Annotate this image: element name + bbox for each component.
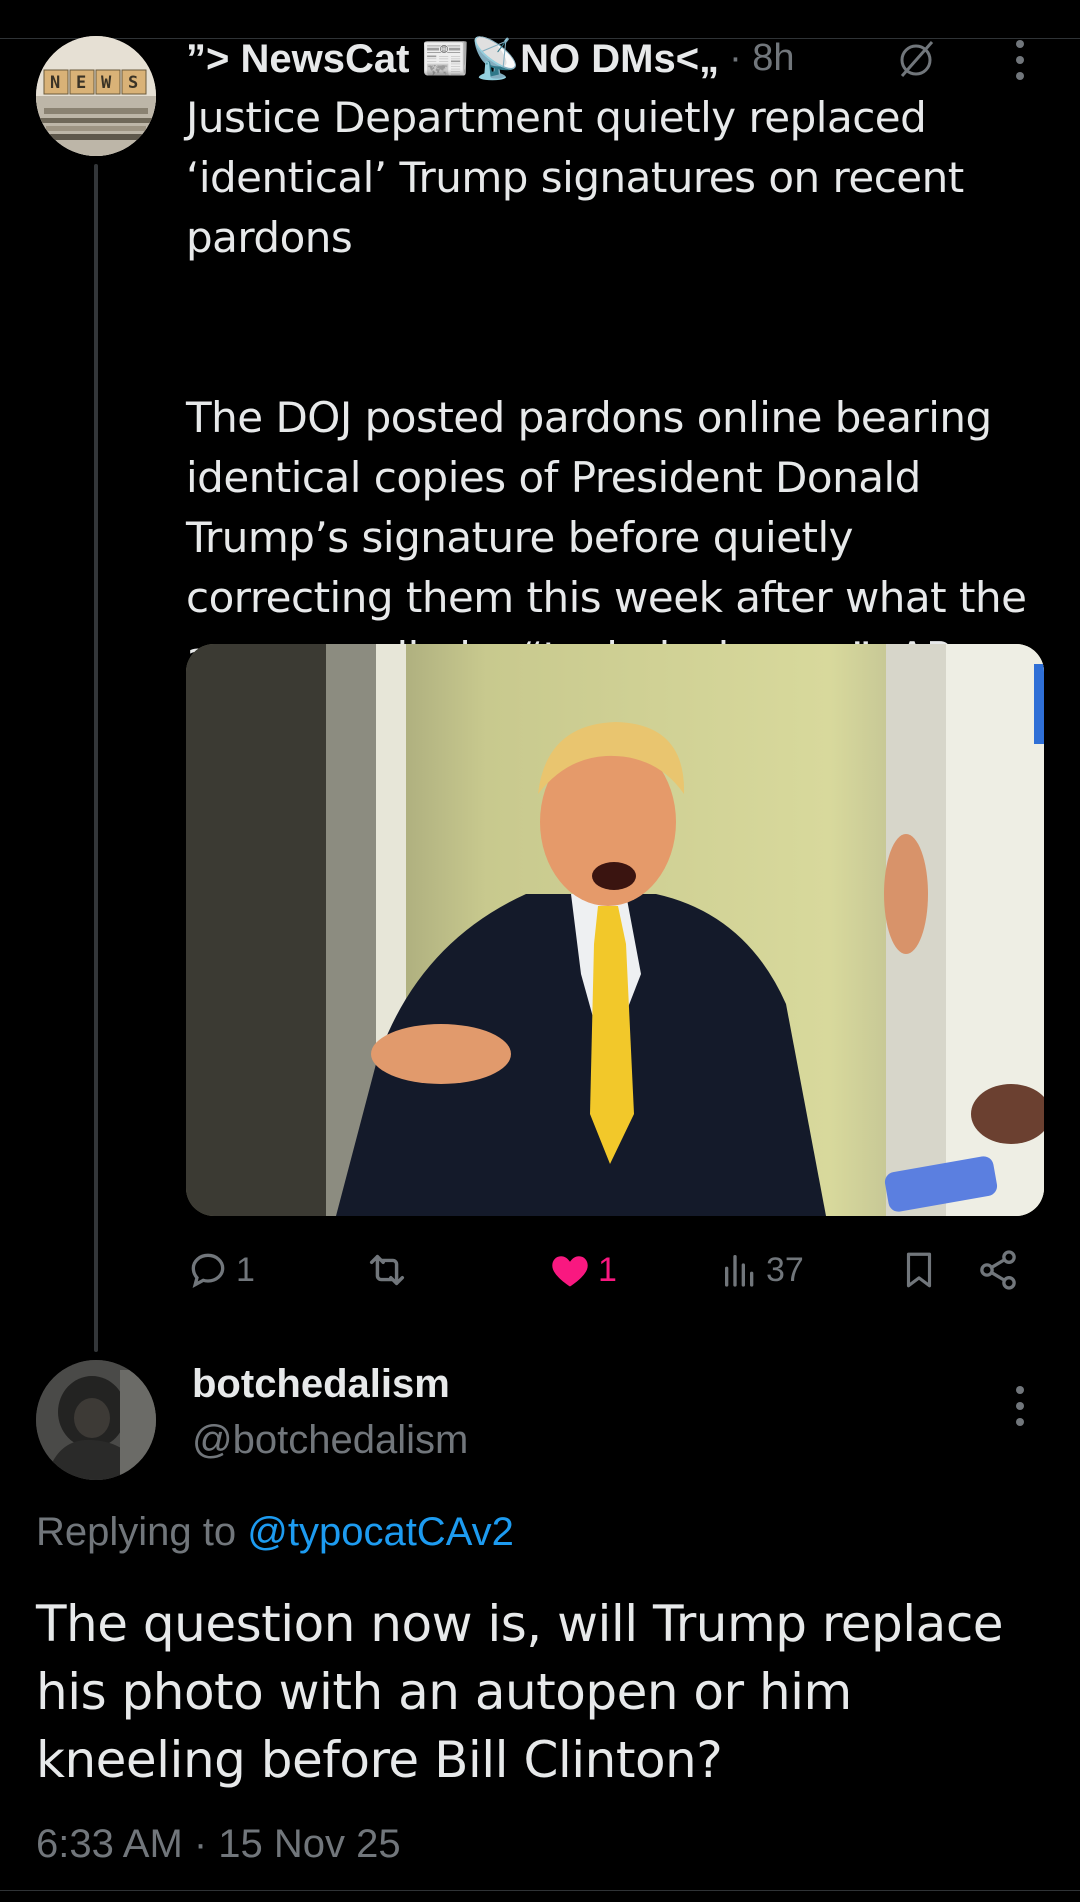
reply-avatar[interactable] <box>36 1360 156 1480</box>
bookmark-icon <box>906 1252 932 1288</box>
reply-button[interactable]: 1 <box>186 1240 255 1300</box>
share-icon <box>980 1250 1016 1290</box>
like-button[interactable]: 1 <box>548 1240 617 1300</box>
share-button[interactable] <box>976 1240 1020 1300</box>
bookmark-button[interactable] <box>898 1240 940 1300</box>
svg-text:S: S <box>128 73 138 93</box>
like-count: 1 <box>598 1250 617 1289</box>
repost-icon <box>369 1254 405 1286</box>
svg-text:N: N <box>50 73 60 93</box>
replying-to-mention[interactable]: @typocatCAv2 <box>247 1510 514 1554</box>
tweet-title-text: Justice Department quietly replaced ‘ide… <box>186 93 964 262</box>
reply-count: 1 <box>236 1250 255 1289</box>
tweet-body-text: The DOJ posted pardons online bearing id… <box>186 393 1027 682</box>
more-icon[interactable] <box>996 38 1044 86</box>
views-icon <box>725 1255 754 1287</box>
mute-icon[interactable] <box>892 34 940 82</box>
reply-timestamp[interactable]: 6:33 AM · 15 Nov 25 <box>36 1822 401 1867</box>
views-count: 37 <box>766 1250 804 1289</box>
tweet-photo[interactable] <box>186 644 1044 1216</box>
avatar[interactable]: N E W S <box>36 36 156 156</box>
tweet-text: Justice Department quietly replaced ‘ide… <box>186 88 1046 688</box>
thread-line <box>94 164 98 1352</box>
heart-icon <box>552 1256 588 1287</box>
svg-text:W: W <box>101 73 112 93</box>
display-name[interactable]: ”> NewsCat 📰📡NO DMs<„ <box>186 35 719 82</box>
photo-illustration <box>186 644 1044 1216</box>
reply-avatar-image <box>36 1360 156 1480</box>
reply-more-icon[interactable] <box>996 1384 1044 1432</box>
svg-text:E: E <box>76 73 86 93</box>
bottom-divider <box>0 1890 1080 1891</box>
views-button[interactable]: 37 <box>720 1240 804 1300</box>
reply-text: The question now is, will Trump replace … <box>36 1595 1004 1789</box>
tweet-time[interactable]: · 8h <box>729 37 794 80</box>
tweet-header: ”> NewsCat 📰📡NO DMs<„ · 8h <box>186 32 795 84</box>
replying-to: Replying to @typocatCAv2 <box>36 1510 514 1555</box>
reply-handle[interactable]: @botchedalism <box>192 1418 468 1463</box>
reply-icon <box>191 1253 225 1288</box>
news-avatar-image: N E W S <box>36 36 156 156</box>
reply-display-name[interactable]: botchedalism <box>192 1362 450 1407</box>
action-bar: 1 1 37 <box>186 1240 1046 1300</box>
replying-to-label: Replying to <box>36 1510 248 1554</box>
repost-button[interactable] <box>364 1240 416 1300</box>
